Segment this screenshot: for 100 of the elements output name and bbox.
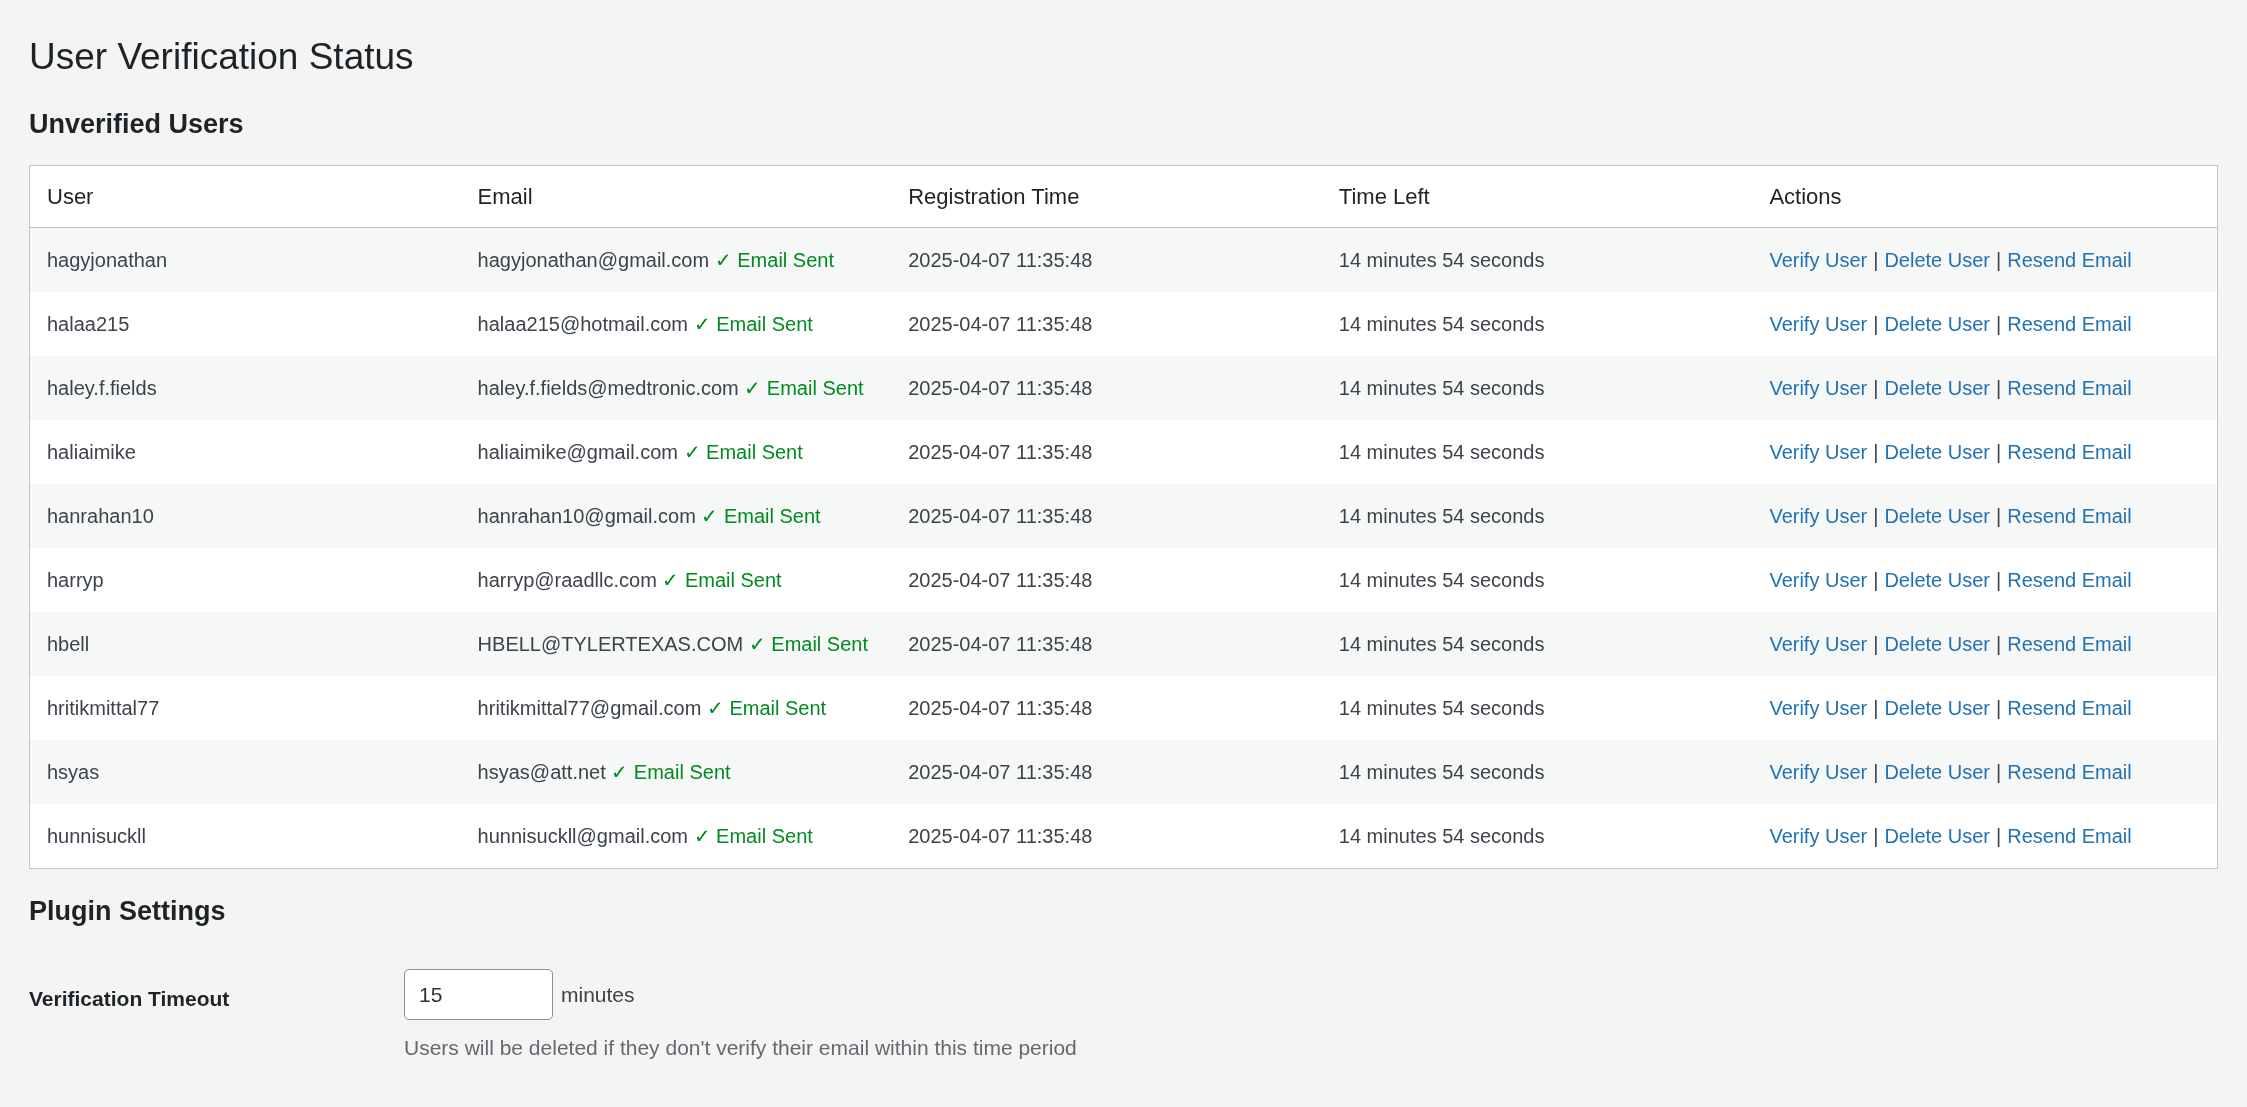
action-link[interactable]: Verify User bbox=[1769, 371, 1868, 404]
action-link[interactable]: Resend Email bbox=[2007, 499, 2132, 532]
separator: | bbox=[1996, 823, 2002, 849]
table-cell-text: 14 minutes 54 seconds bbox=[1338, 567, 1546, 593]
separator: | bbox=[1873, 631, 1879, 657]
table-cell-text: 14 minutes 54 seconds bbox=[1338, 375, 1546, 401]
action-link[interactable]: Verify User bbox=[1769, 627, 1868, 660]
table-cell-text: 2025-04-07 11:35:48 bbox=[908, 503, 1094, 529]
section-heading: Unverified Users bbox=[29, 108, 245, 141]
table-cell-text: 14 minutes 54 seconds bbox=[1338, 311, 1546, 337]
action-link[interactable]: Delete User bbox=[1884, 691, 1990, 724]
table-cell-text: hunnisuckll bbox=[47, 823, 147, 849]
section-heading: Plugin Settings bbox=[29, 894, 227, 928]
separator: | bbox=[1996, 375, 2002, 401]
column-header: Email bbox=[477, 182, 534, 211]
separator: | bbox=[1996, 247, 2002, 273]
table-cell-text: 14 minutes 54 seconds bbox=[1338, 759, 1546, 785]
action-link[interactable]: Verify User bbox=[1769, 435, 1868, 468]
action-link[interactable]: Resend Email bbox=[2007, 307, 2132, 340]
table-cell-text: 14 minutes 54 seconds bbox=[1338, 823, 1546, 849]
action-link[interactable]: Delete User bbox=[1884, 819, 1990, 852]
separator: | bbox=[1996, 439, 2002, 465]
table-cell-text: haliaimike@gmail.com ✓ Email Sent bbox=[477, 439, 804, 465]
separator: | bbox=[1873, 567, 1879, 593]
table-cell-text: 2025-04-07 11:35:48 bbox=[908, 375, 1094, 401]
action-link[interactable]: Verify User bbox=[1769, 499, 1868, 532]
table-cell-text: hsyas@att.net ✓ Email Sent bbox=[477, 759, 732, 785]
unit-label: minutes bbox=[561, 981, 635, 1008]
action-link[interactable]: Resend Email bbox=[2007, 563, 2132, 596]
action-link[interactable]: Delete User bbox=[1884, 755, 1990, 788]
action-link[interactable]: Resend Email bbox=[2007, 435, 2132, 468]
table-cell-text: 2025-04-07 11:35:48 bbox=[908, 567, 1094, 593]
table-cell-text: 14 minutes 54 seconds bbox=[1338, 503, 1546, 529]
table-cell-text: 14 minutes 54 seconds bbox=[1338, 439, 1546, 465]
action-link[interactable]: Delete User bbox=[1884, 371, 1990, 404]
action-link[interactable]: Resend Email bbox=[2007, 243, 2132, 276]
table-cell-text: hsyas bbox=[47, 759, 101, 785]
action-link[interactable]: Verify User bbox=[1769, 819, 1868, 852]
action-link[interactable]: Resend Email bbox=[2007, 627, 2132, 660]
action-link[interactable]: Resend Email bbox=[2007, 371, 2132, 404]
separator: | bbox=[1996, 503, 2002, 529]
table-cell-text: 2025-04-07 11:35:48 bbox=[908, 311, 1094, 337]
table-cell-text: 2025-04-07 11:35:48 bbox=[908, 439, 1094, 465]
separator: | bbox=[1873, 503, 1879, 529]
action-link[interactable]: Verify User bbox=[1769, 243, 1868, 276]
action-link[interactable]: Delete User bbox=[1884, 435, 1990, 468]
column-header: Actions bbox=[1769, 182, 1843, 211]
table-cell-text: 2025-04-07 11:35:48 bbox=[908, 695, 1094, 721]
table-cell-text: haliaimike bbox=[47, 439, 137, 465]
table-cell-text: halaa215@hotmail.com ✓ Email Sent bbox=[477, 311, 814, 337]
table-cell-text: hanrahan10@gmail.com ✓ Email Sent bbox=[477, 503, 822, 529]
separator: | bbox=[1873, 375, 1879, 401]
table-cell-text: harryp@raadllc.com ✓ Email Sent bbox=[477, 567, 783, 593]
table-cell-text: 14 minutes 54 seconds bbox=[1338, 695, 1546, 721]
table-cell-text: haley.f.fields bbox=[47, 375, 158, 401]
table-cell-text: hbell bbox=[47, 631, 91, 657]
field-description: Users will be deleted if they don't verify their email within this time period bbox=[404, 1035, 1077, 1061]
table-cell-text: 2025-04-07 11:35:48 bbox=[908, 631, 1094, 657]
separator: | bbox=[1873, 695, 1879, 721]
separator: | bbox=[1873, 247, 1879, 273]
separator: | bbox=[1996, 759, 2002, 785]
separator: | bbox=[1873, 439, 1879, 465]
separator: | bbox=[1873, 759, 1879, 785]
separator: | bbox=[1996, 311, 2002, 337]
action-link[interactable]: Verify User bbox=[1769, 691, 1868, 724]
action-link[interactable]: Delete User bbox=[1884, 563, 1990, 596]
action-link[interactable]: Resend Email bbox=[2007, 691, 2132, 724]
table-cell-text: hanrahan10 bbox=[47, 503, 155, 529]
table-cell-text: HBELL@TYLERTEXAS.COM ✓ Email Sent bbox=[477, 631, 869, 657]
action-link[interactable]: Delete User bbox=[1884, 627, 1990, 660]
table-cell-text: hunnisuckll@gmail.com ✓ Email Sent bbox=[477, 823, 814, 849]
separator: | bbox=[1873, 823, 1879, 849]
column-header: Registration Time bbox=[908, 182, 1081, 211]
action-link[interactable]: Delete User bbox=[1884, 243, 1990, 276]
table-cell-text: halaa215 bbox=[47, 311, 131, 337]
action-link[interactable]: Delete User bbox=[1884, 307, 1990, 340]
action-link[interactable]: Resend Email bbox=[2007, 819, 2132, 852]
table-cell-text: hagyjonathan@gmail.com ✓ Email Sent bbox=[477, 247, 835, 273]
table-cell-text: 14 minutes 54 seconds bbox=[1338, 247, 1546, 273]
separator: | bbox=[1873, 311, 1879, 337]
table-cell-text: hagyjonathan bbox=[47, 247, 169, 273]
separator: | bbox=[1996, 631, 2002, 657]
table-cell-text: harryp bbox=[47, 567, 105, 593]
table-cell-text: 2025-04-07 11:35:48 bbox=[908, 823, 1094, 849]
table-cell-text: 2025-04-07 11:35:48 bbox=[908, 759, 1094, 785]
table-cell-text: 2025-04-07 11:35:48 bbox=[908, 247, 1094, 273]
action-link[interactable]: Delete User bbox=[1884, 499, 1990, 532]
action-link[interactable]: Resend Email bbox=[2007, 755, 2132, 788]
separator: | bbox=[1996, 695, 2002, 721]
column-header: User bbox=[47, 182, 95, 211]
column-header: Time Left bbox=[1338, 182, 1431, 211]
table-cell-text: haley.f.fields@medtronic.com ✓ Email Sent bbox=[477, 375, 865, 401]
separator: | bbox=[1996, 567, 2002, 593]
timeout-input[interactable]: 15 bbox=[404, 969, 553, 1020]
action-link[interactable]: Verify User bbox=[1769, 563, 1868, 596]
action-link[interactable]: Verify User bbox=[1769, 755, 1868, 788]
table-cell-text: 14 minutes 54 seconds bbox=[1338, 631, 1546, 657]
table-cell-text: hritikmittal77@gmail.com ✓ Email Sent bbox=[477, 695, 828, 721]
action-link[interactable]: Verify User bbox=[1769, 307, 1868, 340]
table-cell-text: hritikmittal77 bbox=[47, 695, 161, 721]
